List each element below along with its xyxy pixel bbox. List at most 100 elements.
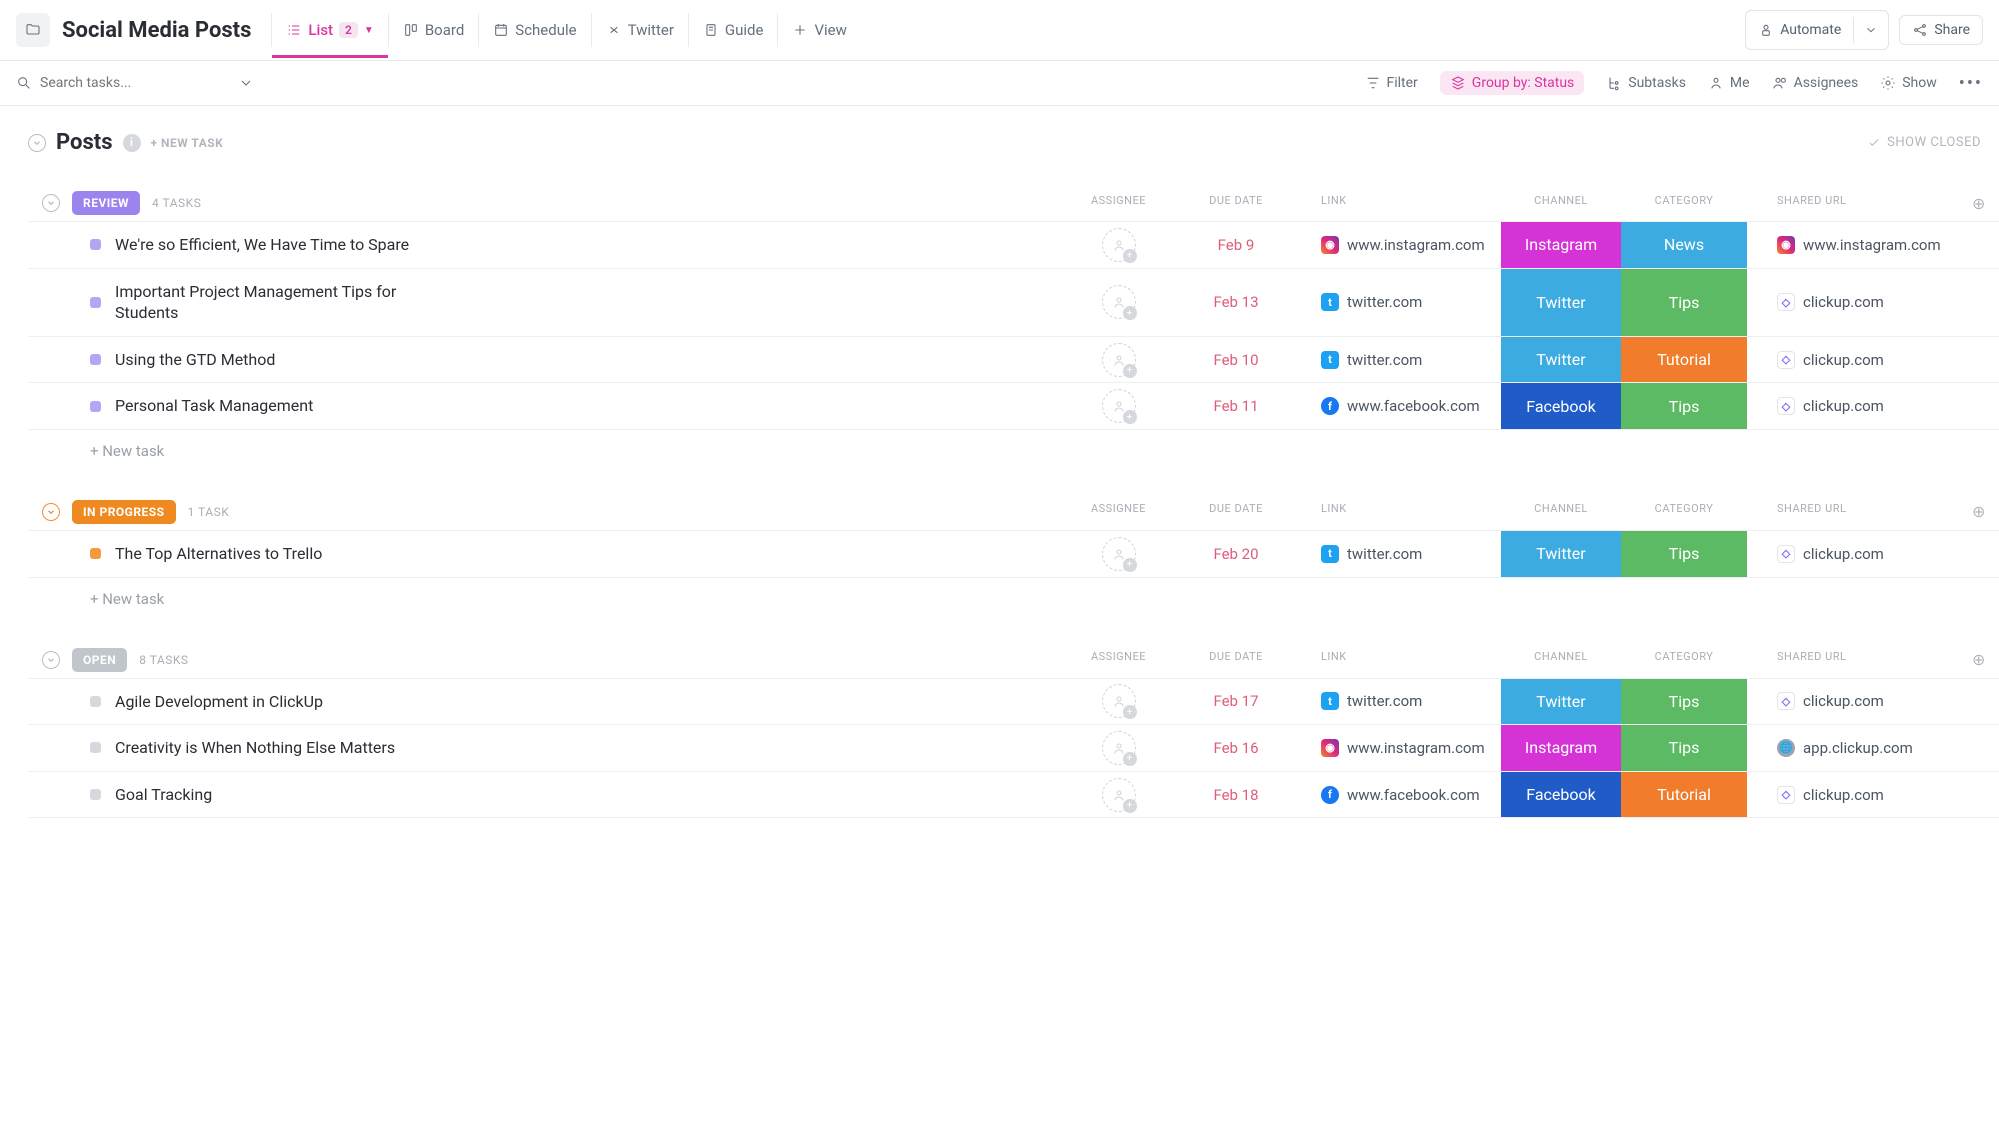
due-date-cell[interactable]: Feb 9 — [1171, 222, 1301, 268]
channel-cell[interactable]: Instagram — [1501, 222, 1621, 268]
share-button[interactable]: Share — [1899, 15, 1983, 45]
link-cell[interactable]: ttwitter.com — [1301, 679, 1501, 725]
new-task-button[interactable]: + NEW TASK — [151, 136, 224, 150]
status-square[interactable] — [90, 789, 101, 800]
category-cell[interactable]: News — [1621, 222, 1747, 268]
add-assignee-icon[interactable] — [1102, 537, 1136, 571]
add-assignee-icon[interactable] — [1102, 684, 1136, 718]
task-row[interactable]: Personal Task Management Feb 11 fwww.fac… — [28, 383, 1999, 430]
shared-url-cell[interactable]: ◇clickup.com — [1747, 531, 1959, 577]
status-square[interactable] — [90, 354, 101, 365]
task-row[interactable]: Important Project Management Tips for St… — [28, 269, 1999, 337]
assignees-button[interactable]: Assignees — [1772, 75, 1859, 91]
add-assignee-icon[interactable] — [1102, 343, 1136, 377]
category-cell[interactable]: Tutorial — [1621, 772, 1747, 818]
collapse-group-button[interactable] — [42, 651, 60, 669]
due-date-cell[interactable]: Feb 10 — [1171, 337, 1301, 383]
assignee-cell[interactable] — [1066, 222, 1171, 268]
category-cell[interactable]: Tips — [1621, 531, 1747, 577]
view-tab-guide[interactable]: Guide — [688, 13, 778, 47]
new-task-row[interactable]: + New task — [28, 430, 1999, 472]
collapse-group-button[interactable] — [42, 194, 60, 212]
add-assignee-icon[interactable] — [1102, 778, 1136, 812]
add-column-button[interactable]: ⊕ — [1959, 194, 1999, 213]
status-square[interactable] — [90, 239, 101, 250]
subtasks-button[interactable]: Subtasks — [1606, 75, 1686, 91]
status-square[interactable] — [90, 548, 101, 559]
assignee-cell[interactable] — [1066, 531, 1171, 577]
category-cell[interactable]: Tips — [1621, 679, 1747, 725]
link-cell[interactable]: ◉www.instagram.com — [1301, 725, 1501, 771]
shared-url-cell[interactable]: ◇clickup.com — [1747, 383, 1959, 429]
collapse-group-button[interactable] — [42, 503, 60, 521]
assignee-cell[interactable] — [1066, 679, 1171, 725]
view-tab-board[interactable]: Board — [388, 13, 478, 47]
status-pill[interactable]: REVIEW — [72, 191, 140, 215]
chevron-down-icon[interactable] — [238, 75, 254, 91]
due-date-cell[interactable]: Feb 13 — [1171, 269, 1301, 336]
collapse-posts-button[interactable] — [28, 134, 46, 152]
assignee-cell[interactable] — [1066, 269, 1171, 336]
assignee-cell[interactable] — [1066, 772, 1171, 818]
task-row[interactable]: The Top Alternatives to Trello Feb 20 tt… — [28, 531, 1999, 578]
shared-url-cell[interactable]: ◇clickup.com — [1747, 679, 1959, 725]
view-tab-list[interactable]: List 2 ▼ — [271, 13, 387, 47]
link-cell[interactable]: ttwitter.com — [1301, 337, 1501, 383]
new-task-row[interactable]: + New task — [28, 578, 1999, 620]
assignee-cell[interactable] — [1066, 725, 1171, 771]
shared-url-cell[interactable]: 🌐app.clickup.com — [1747, 725, 1959, 771]
category-cell[interactable]: Tips — [1621, 725, 1747, 771]
add-column-button[interactable]: ⊕ — [1959, 650, 1999, 669]
category-cell[interactable]: Tips — [1621, 269, 1747, 336]
task-row[interactable]: Agile Development in ClickUp Feb 17 ttwi… — [28, 679, 1999, 726]
show-button[interactable]: Show — [1880, 75, 1937, 91]
due-date-cell[interactable]: Feb 20 — [1171, 531, 1301, 577]
folder-icon[interactable] — [16, 13, 50, 47]
task-row[interactable]: Goal Tracking Feb 18 fwww.facebook.com F… — [28, 772, 1999, 819]
add-assignee-icon[interactable] — [1102, 389, 1136, 423]
channel-cell[interactable]: Facebook — [1501, 383, 1621, 429]
channel-cell[interactable]: Twitter — [1501, 531, 1621, 577]
automate-button[interactable]: Automate — [1745, 10, 1889, 50]
status-square[interactable] — [90, 297, 101, 308]
add-view-button[interactable]: View — [777, 13, 860, 47]
task-row[interactable]: We're so Efficient, We Have Time to Spar… — [28, 222, 1999, 269]
link-cell[interactable]: fwww.facebook.com — [1301, 772, 1501, 818]
add-assignee-icon[interactable] — [1102, 285, 1136, 319]
shared-url-cell[interactable]: ◇clickup.com — [1747, 772, 1959, 818]
link-cell[interactable]: ttwitter.com — [1301, 269, 1501, 336]
category-cell[interactable]: Tutorial — [1621, 337, 1747, 383]
status-pill[interactable]: OPEN — [72, 648, 127, 672]
due-date-cell[interactable]: Feb 17 — [1171, 679, 1301, 725]
status-square[interactable] — [90, 401, 101, 412]
status-square[interactable] — [90, 696, 101, 707]
more-menu-icon[interactable]: ••• — [1959, 73, 1983, 94]
add-assignee-icon[interactable] — [1102, 228, 1136, 262]
search-input[interactable] — [40, 75, 200, 91]
add-assignee-icon[interactable] — [1102, 731, 1136, 765]
due-date-cell[interactable]: Feb 16 — [1171, 725, 1301, 771]
status-square[interactable] — [90, 742, 101, 753]
link-cell[interactable]: ttwitter.com — [1301, 531, 1501, 577]
chevron-down-icon[interactable] — [1853, 17, 1888, 43]
add-column-button[interactable]: ⊕ — [1959, 502, 1999, 521]
channel-cell[interactable]: Twitter — [1501, 337, 1621, 383]
groupby-button[interactable]: Group by: Status — [1440, 71, 1584, 95]
shared-url-cell[interactable]: ◇clickup.com — [1747, 269, 1959, 336]
channel-cell[interactable]: Twitter — [1501, 269, 1621, 336]
channel-cell[interactable]: Instagram — [1501, 725, 1621, 771]
shared-url-cell[interactable]: ◉www.instagram.com — [1747, 222, 1959, 268]
task-row[interactable]: Using the GTD Method Feb 10 ttwitter.com… — [28, 337, 1999, 384]
link-cell[interactable]: ◉www.instagram.com — [1301, 222, 1501, 268]
link-cell[interactable]: fwww.facebook.com — [1301, 383, 1501, 429]
assignee-cell[interactable] — [1066, 383, 1171, 429]
channel-cell[interactable]: Twitter — [1501, 679, 1621, 725]
view-tab-schedule[interactable]: Schedule — [478, 13, 590, 47]
due-date-cell[interactable]: Feb 11 — [1171, 383, 1301, 429]
info-icon[interactable]: i — [123, 134, 141, 152]
task-row[interactable]: Creativity is When Nothing Else Matters … — [28, 725, 1999, 772]
show-closed-button[interactable]: SHOW CLOSED — [1867, 135, 1981, 150]
assignee-cell[interactable] — [1066, 337, 1171, 383]
filter-button[interactable]: Filter — [1365, 75, 1418, 91]
status-pill[interactable]: IN PROGRESS — [72, 500, 176, 524]
